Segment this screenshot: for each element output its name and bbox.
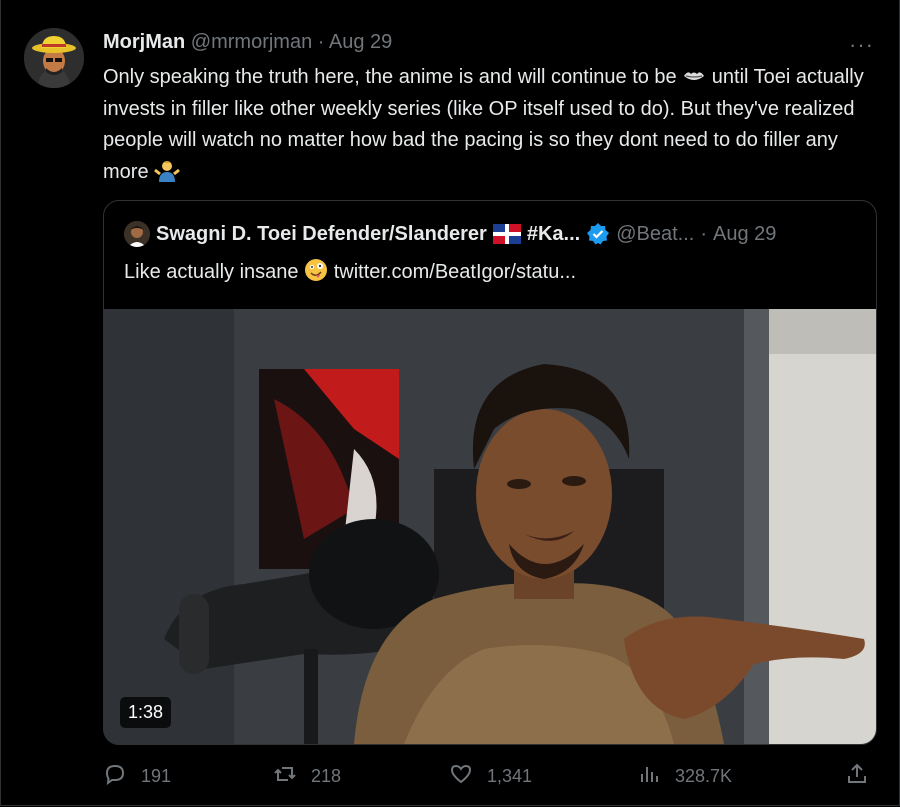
heart-icon — [449, 762, 473, 791]
like-button[interactable]: 1,341 — [449, 762, 532, 791]
zany-face-emoji-icon — [304, 258, 328, 281]
quoted-tweet[interactable]: Swagni D. Toei Defender/Slanderer #Ka...… — [103, 200, 877, 745]
tweet-header: MorjMan @mrmorjman · Aug 29 — [103, 31, 392, 54]
quoted-date[interactable]: Aug 29 — [713, 223, 776, 246]
quoted-tweet-header: Swagni D. Toei Defender/Slanderer #Ka...… — [124, 221, 776, 247]
quoted-author-avatar[interactable] — [124, 221, 150, 247]
retweet-button[interactable]: 218 — [273, 762, 341, 791]
views-button[interactable]: 328.7K — [637, 762, 732, 791]
lips-emoji-icon — [682, 65, 706, 87]
verified-badge-icon — [586, 222, 610, 246]
tweet-date[interactable]: Aug 29 — [329, 31, 392, 53]
author-name[interactable]: MorjMan — [103, 31, 185, 53]
video-player[interactable]: 1:38 — [104, 309, 876, 744]
quoted-hashtag[interactable]: #Ka... — [527, 223, 580, 246]
reply-icon — [103, 762, 127, 791]
reply-count: 191 — [141, 766, 172, 786]
retweet-icon — [273, 762, 297, 791]
quoted-link[interactable]: twitter.com/BeatIgor/statu... — [334, 261, 576, 283]
quoted-author-handle[interactable]: @Beat... — [616, 223, 694, 246]
tweet-text-part1: Only speaking the truth here, the anime … — [103, 66, 683, 88]
author-avatar[interactable] — [24, 28, 84, 88]
views-count: 328.7K — [675, 766, 733, 786]
quoted-tweet-text: Like actually insane twitter.com/BeatIgo… — [124, 258, 576, 284]
dominican-republic-flag-icon — [492, 224, 521, 244]
person-shrugging-emoji-icon — [154, 158, 181, 182]
share-icon — [845, 762, 869, 791]
quoted-text: Like actually insane — [124, 261, 299, 283]
retweet-count: 218 — [311, 766, 342, 786]
views-chart-icon — [637, 762, 661, 791]
quoted-author-name[interactable]: Swagni D. Toei Defender/Slanderer — [156, 223, 487, 246]
straw-hat-avatar-icon — [24, 28, 84, 88]
more-options-icon[interactable]: ··· — [849, 32, 874, 58]
share-button[interactable] — [845, 762, 869, 791]
reply-button[interactable]: 191 — [103, 762, 171, 791]
author-handle[interactable]: @mrmorjman — [191, 31, 312, 53]
tweet-text: Only speaking the truth here, the anime … — [103, 62, 883, 188]
header-separator: · — [317, 31, 325, 53]
video-duration: 1:38 — [120, 697, 172, 728]
video-thumbnail — [104, 309, 876, 744]
action-bar: 191 218 1,341 328.7K — [103, 762, 873, 792]
quoted-separator: · — [700, 222, 707, 245]
like-count: 1,341 — [487, 766, 533, 786]
